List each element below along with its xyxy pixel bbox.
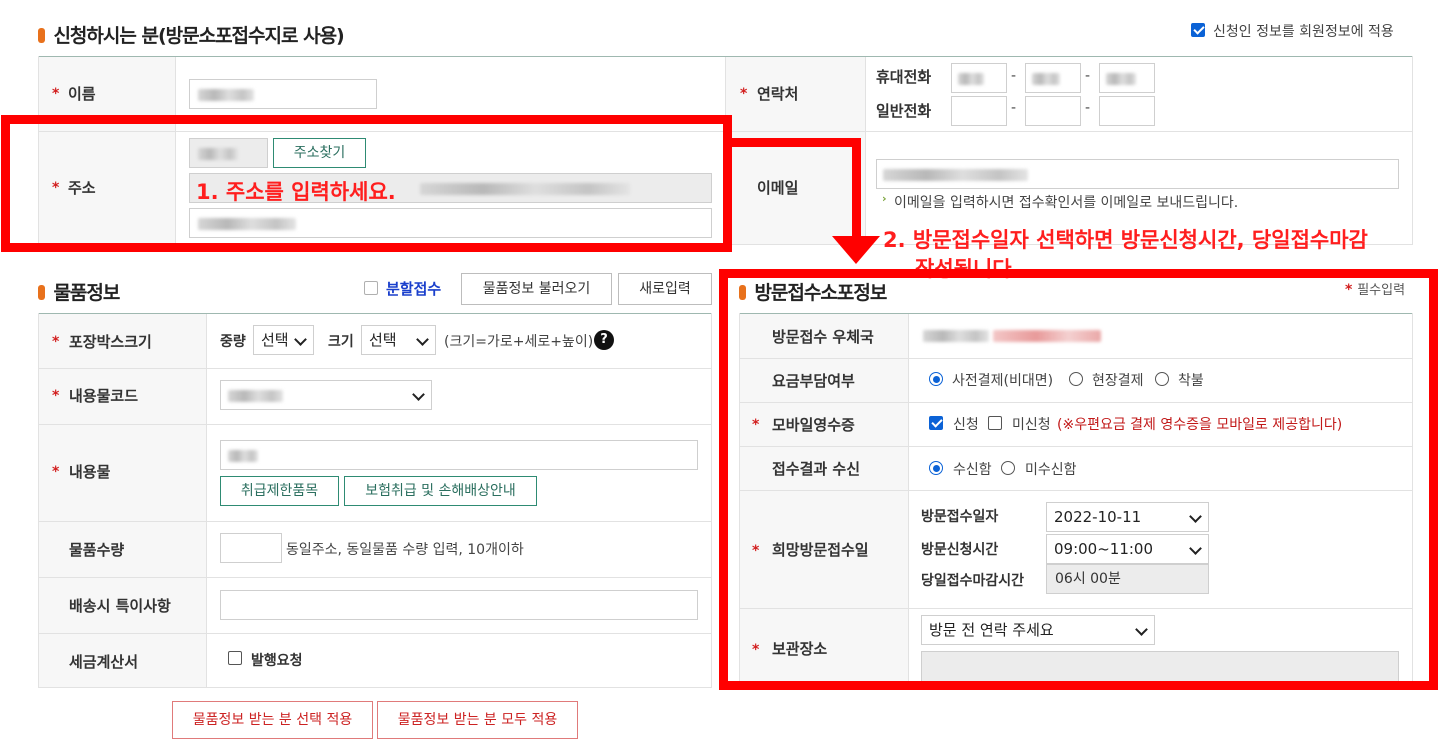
load-goods-button[interactable]: 물품정보 불러오기 xyxy=(461,273,612,305)
tax-invoice-checkbox[interactable] xyxy=(228,651,242,665)
new-input-button[interactable]: 새로입력 xyxy=(618,273,712,305)
size-select[interactable]: 선택 xyxy=(361,325,436,355)
annotation-step1: 1. 주소를 입력하세요. xyxy=(196,180,396,204)
insurance-info-button[interactable]: 보험취급 및 손해배상안내 xyxy=(344,476,537,506)
chevron-down-icon xyxy=(416,333,429,346)
apply-all-receiver-button[interactable]: 물품정보 받는 분 모두 적용 xyxy=(377,701,578,739)
phone-input-2[interactable] xyxy=(1025,96,1081,126)
content-label: 내용물 xyxy=(69,463,111,481)
mobile-input-1[interactable] xyxy=(951,63,1007,93)
quantity-label: 물품수량 xyxy=(69,541,125,559)
dash: - xyxy=(1085,100,1091,116)
required-mark: * xyxy=(52,86,60,102)
required-mark: * xyxy=(52,464,60,480)
phone-input-1[interactable] xyxy=(951,96,1007,126)
content-input[interactable] xyxy=(220,440,698,470)
mobile-label: 휴대전화 xyxy=(876,68,932,86)
special-note-label: 배송시 특이사항 xyxy=(69,597,171,615)
section-title: 물품정보 xyxy=(53,282,120,304)
size-label: 크기 xyxy=(328,334,354,350)
section-title: 신청하시는 분(방문소포접수지로 사용) xyxy=(53,25,344,47)
mobile-input-2[interactable] xyxy=(1025,63,1081,93)
content-code-select[interactable] xyxy=(220,380,432,410)
required-mark: * xyxy=(740,86,748,102)
email-label: 이메일 xyxy=(757,179,799,197)
help-icon[interactable]: ? xyxy=(594,330,614,350)
goods-section-header: 물품정보 xyxy=(38,278,120,305)
chevron-down-icon xyxy=(412,388,425,401)
arrow-down-icon xyxy=(832,236,880,264)
required-mark: * xyxy=(52,388,60,404)
note-arrow-icon: › xyxy=(882,192,887,205)
weight-label: 중량 xyxy=(220,334,246,350)
restricted-items-button[interactable]: 취급제한품목 xyxy=(220,476,339,506)
tax-invoice-label: 세금계산서 xyxy=(69,653,139,671)
contact-label: 연락처 xyxy=(757,85,799,103)
special-note-input[interactable] xyxy=(220,590,698,620)
size-hint: (크기=가로+세로+높이) xyxy=(444,334,594,350)
name-label: 이름 xyxy=(68,85,96,103)
email-input[interactable] xyxy=(876,159,1399,189)
annotation-arrow-line xyxy=(730,138,861,147)
applicant-section-header: 신청하시는 분(방문소포접수지로 사용) xyxy=(38,21,345,48)
section-bullet xyxy=(38,285,45,300)
email-note: 이메일을 입력하시면 접수확인서를 이메일로 보내드립니다. xyxy=(894,195,1239,211)
dash: - xyxy=(1085,68,1091,84)
apply-member-label: 신청인 정보를 회원정보에 적용 xyxy=(1213,24,1394,40)
section-bullet xyxy=(38,28,45,43)
tax-invoice-check-label: 발행요청 xyxy=(251,653,303,669)
annotation-arrow-line xyxy=(852,138,861,240)
phone-label: 일반전화 xyxy=(876,102,932,120)
split-checkbox[interactable] xyxy=(364,281,378,295)
dash: - xyxy=(1011,100,1017,116)
weight-select[interactable]: 선택 xyxy=(253,325,314,355)
weight-value: 선택 xyxy=(261,331,289,349)
dash: - xyxy=(1011,68,1017,84)
name-input[interactable] xyxy=(189,79,377,109)
quantity-hint: 동일주소, 동일물품 수량 입력, 10개이하 xyxy=(286,542,524,558)
apply-member-checkbox[interactable] xyxy=(1191,23,1205,37)
size-value: 선택 xyxy=(369,331,397,349)
mobile-input-3[interactable] xyxy=(1099,63,1155,93)
apply-selected-receiver-button[interactable]: 물품정보 받는 분 선택 적용 xyxy=(172,701,373,739)
quantity-input[interactable] xyxy=(220,533,282,563)
split-label: 분할접수 xyxy=(386,280,442,298)
box-size-label: 포장박스크기 xyxy=(69,333,152,351)
phone-input-3[interactable] xyxy=(1099,96,1155,126)
chevron-down-icon xyxy=(294,333,307,346)
annotation-box-visit xyxy=(719,269,1438,690)
required-mark: * xyxy=(52,334,60,350)
content-code-label: 내용물코드 xyxy=(69,387,139,405)
annotation-step2-line1: 2. 방문접수일자 선택하면 방문신청시간, 당일접수마감 xyxy=(883,228,1368,252)
